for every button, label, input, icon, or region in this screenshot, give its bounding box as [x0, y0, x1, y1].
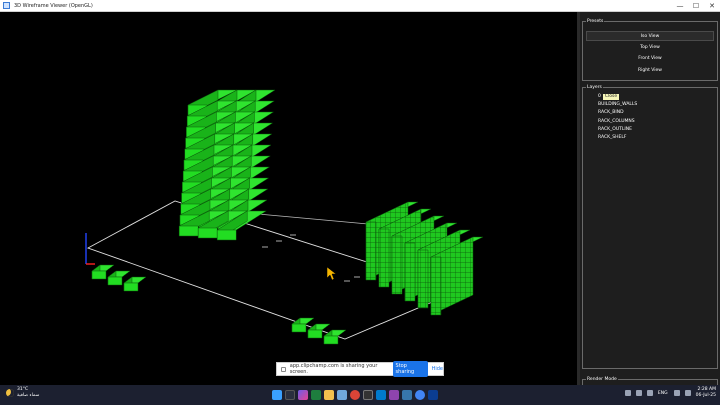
python-icon[interactable]: [402, 390, 412, 400]
screen-share-notice: app.clipchamp.com is sharing your screen…: [276, 361, 444, 377]
rack-row-front: [417, 249, 429, 309]
search-icon[interactable]: [285, 390, 295, 400]
chrome-alt-icon[interactable]: [415, 390, 425, 400]
layer-item-rack-bind[interactable]: RACK_BIND: [598, 110, 624, 116]
title-bar: 3D Wireframe Viewer (OpenGL) — ☐ ✕: [0, 0, 720, 12]
scene-canvas[interactable]: [0, 12, 577, 385]
excel-icon[interactable]: [311, 390, 321, 400]
tower-block-front: [216, 229, 237, 241]
window-title: 3D Wireframe Viewer (OpenGL): [14, 2, 93, 9]
close-tooltip: Close: [602, 94, 620, 100]
stop-sharing-button[interactable]: Stop sharing: [392, 361, 428, 377]
floor-cluster-0-front: [91, 270, 107, 280]
battery-icon[interactable]: [646, 390, 653, 396]
system-tray: ENG 2:28 AM 06-Jul-25: [624, 387, 716, 399]
moon-icon: [6, 389, 14, 397]
tower-block-front: [197, 227, 218, 239]
floor-marker: [276, 240, 282, 242]
floor-marker: [262, 246, 268, 248]
floor-cluster-1-front: [323, 335, 339, 345]
weather-widget[interactable]: 31°C سماء صافية: [6, 387, 39, 399]
control-panel: Presets Iso View Top View Front View Rig…: [580, 12, 720, 405]
file-explorer-icon[interactable]: [324, 390, 334, 400]
iso-view-button[interactable]: Iso View: [586, 31, 714, 41]
clipchamp-icon[interactable]: [389, 390, 399, 400]
minimize-button[interactable]: —: [672, 0, 688, 12]
render-mode-title: Render Mode: [586, 377, 618, 382]
share-icon: [281, 366, 286, 372]
maximize-button[interactable]: ☐: [688, 0, 704, 12]
floor-cluster-0-front: [107, 276, 123, 286]
floor-marker: [344, 280, 350, 282]
floor-back-edge: [257, 213, 369, 225]
close-button[interactable]: ✕: [704, 0, 720, 12]
3d-viewport[interactable]: [0, 12, 577, 385]
copilot-icon[interactable]: [298, 390, 308, 400]
presets-group: Presets Iso View Top View Front View Rig…: [582, 19, 718, 81]
layer-item-0[interactable]: 0 Close: [598, 94, 620, 100]
layer-item-rack-shelf[interactable]: RACK_SHELF: [598, 135, 626, 141]
viewer-app-icon[interactable]: [428, 390, 438, 400]
onedrive-icon[interactable]: [635, 390, 642, 396]
layer-item-building-walls[interactable]: BUILDING_WALLS: [598, 102, 637, 108]
rack-row-front: [378, 228, 390, 288]
chevron-up-icon[interactable]: [624, 390, 631, 396]
layer-item-rack-columns[interactable]: RACK_COLUMNS: [598, 119, 635, 125]
front-view-button[interactable]: Front View: [586, 53, 714, 63]
vscode-icon[interactable]: [376, 390, 386, 400]
app-icon: [3, 2, 10, 9]
floor-cluster-0-front: [123, 282, 139, 292]
weather-desc: سماء صافية: [17, 393, 40, 398]
taskbar: 31°C سماء صافية ENG 2:28 AM 06-Jul-25: [0, 385, 720, 405]
taskbar-apps: [272, 390, 438, 400]
floor-cluster-1-front: [307, 329, 323, 339]
rack-row-front: [365, 221, 377, 281]
terminal-icon[interactable]: [363, 390, 373, 400]
start-icon[interactable]: [272, 390, 282, 400]
rack-row-front: [430, 256, 442, 316]
wifi-icon[interactable]: [673, 390, 680, 396]
volume-icon[interactable]: [684, 390, 691, 396]
presets-title: Presets: [586, 19, 605, 24]
clock[interactable]: 2:28 AM 06-Jul-25: [696, 387, 716, 399]
right-view-button[interactable]: Right View: [586, 65, 714, 75]
tower-block-front: [178, 225, 199, 237]
mouse-cursor-icon: [326, 266, 337, 281]
floor-cluster-1-front: [291, 323, 307, 333]
floor-marker: [354, 276, 360, 278]
share-notice-text: app.clipchamp.com is sharing your screen…: [289, 363, 378, 375]
clock-date: 06-Jul-25: [695, 393, 716, 398]
language-indicator[interactable]: ENG: [658, 391, 668, 396]
notepad-icon[interactable]: [337, 390, 347, 400]
layers-title: Layers: [586, 85, 603, 90]
rack-row-front: [404, 242, 416, 302]
rack-row-front: [391, 235, 403, 295]
layers-group: Layers 0 Close BUILDING_WALLS RACK_BIND R…: [582, 85, 718, 369]
app-window: 3D Wireframe Viewer (OpenGL) — ☐ ✕ Prese…: [0, 0, 720, 405]
floor-marker: [290, 234, 296, 236]
top-view-button[interactable]: Top View: [586, 42, 714, 52]
layer-item-rack-outline[interactable]: RACK_OUTLINE: [598, 127, 632, 133]
window-controls: — ☐ ✕: [672, 0, 720, 12]
chrome-icon[interactable]: [350, 390, 360, 400]
hide-link[interactable]: Hide: [432, 366, 443, 372]
